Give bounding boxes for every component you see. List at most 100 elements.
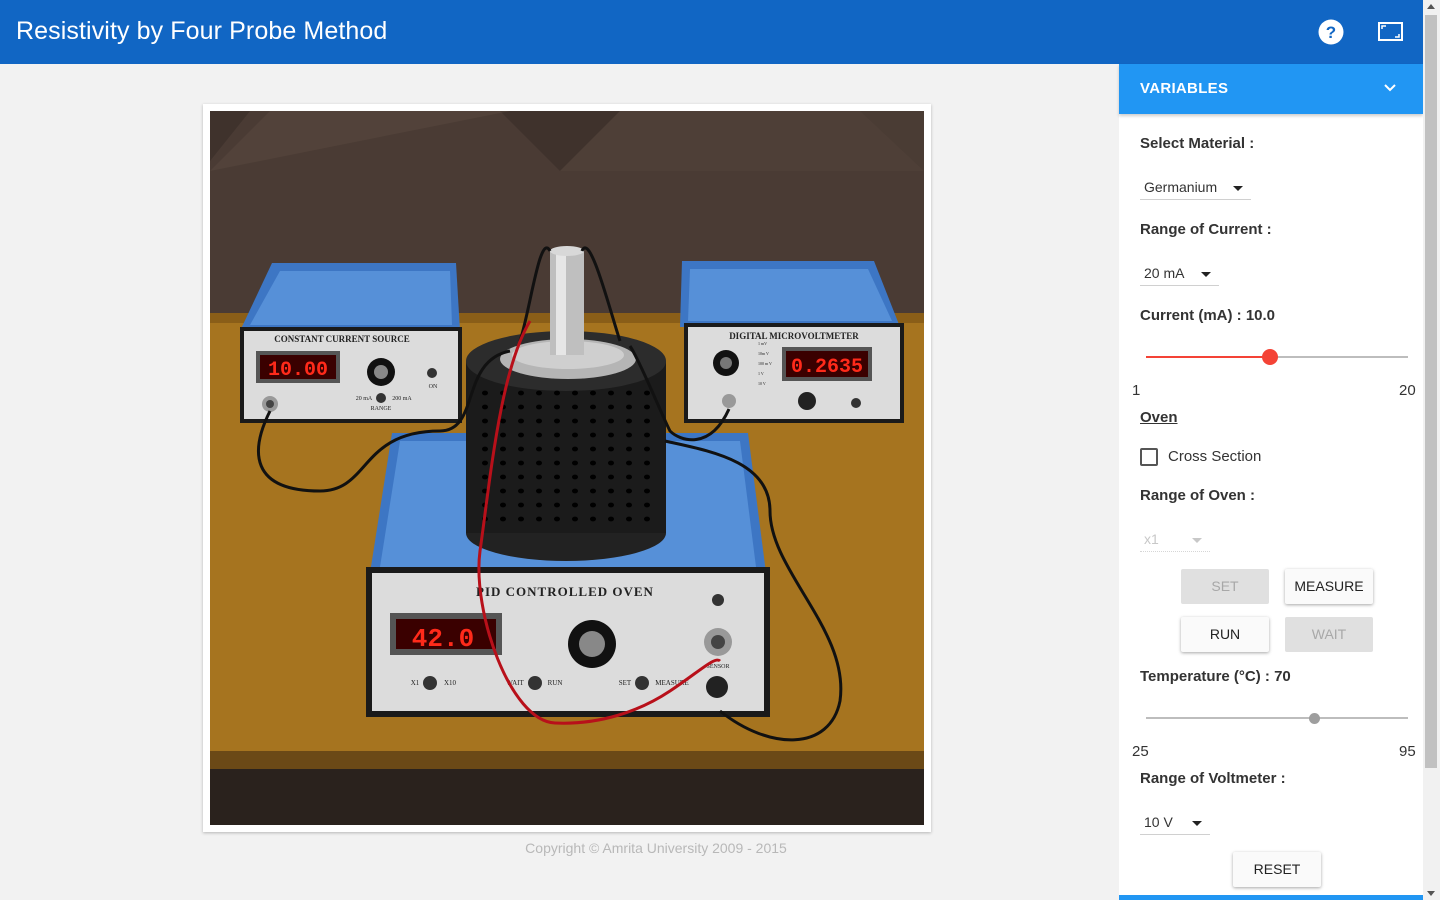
- scroll-up-icon[interactable]: [1427, 4, 1435, 9]
- vent-hole: [482, 432, 488, 438]
- svg-text:X10: X10: [444, 679, 457, 687]
- vent-hole: [500, 488, 506, 494]
- vent-hole: [626, 516, 632, 522]
- vent-hole: [536, 474, 542, 480]
- scrollbar-thumb[interactable]: [1425, 15, 1437, 768]
- page-title: Resistivity by Four Probe Method: [16, 17, 388, 45]
- vent-hole: [482, 418, 488, 424]
- vent-hole: [572, 404, 578, 410]
- cross-section-checkbox[interactable]: [1140, 448, 1158, 466]
- current-max: 20: [1399, 382, 1416, 399]
- range-voltmeter-label: Range of Voltmeter :: [1140, 770, 1286, 787]
- vent-hole: [626, 488, 632, 494]
- svg-text:100 m V: 100 m V: [758, 361, 772, 366]
- vent-hole: [482, 404, 488, 410]
- range-voltmeter-value: 10 V: [1144, 814, 1173, 830]
- svg-text:1 mV: 1 mV: [758, 341, 767, 346]
- vent-hole: [554, 390, 560, 396]
- vent-hole: [572, 474, 578, 480]
- vent-hole: [626, 446, 632, 452]
- vent-hole: [500, 474, 506, 480]
- vent-hole: [536, 488, 542, 494]
- material-select-value: Germanium: [1144, 179, 1218, 195]
- vent-hole: [500, 446, 506, 452]
- simulation-frame: CONSTANT CURRENT SOURCE 10.00 ON 20 mA 2…: [203, 104, 931, 832]
- vent-hole: [644, 502, 650, 508]
- vent-hole: [518, 502, 524, 508]
- cross-section-label: Cross Section: [1168, 448, 1262, 465]
- variables-panel: VARIABLES Select Material : Germanium Ra…: [1119, 64, 1423, 900]
- vent-hole: [554, 502, 560, 508]
- vent-hole: [500, 516, 506, 522]
- svg-text:SET: SET: [619, 679, 632, 687]
- vent-hole: [518, 474, 524, 480]
- vent-hole: [518, 418, 524, 424]
- svg-text:10 V: 10 V: [758, 381, 766, 386]
- fullscreen-icon[interactable]: [1378, 22, 1403, 41]
- lab-scene: CONSTANT CURRENT SOURCE 10.00 ON 20 mA 2…: [210, 111, 924, 825]
- range-current-label: Range of Current :: [1140, 221, 1272, 238]
- scrollbar[interactable]: [1423, 0, 1440, 900]
- vent-hole: [554, 404, 560, 410]
- vent-hole: [608, 446, 614, 452]
- vent-hole: [608, 516, 614, 522]
- chevron-down-icon[interactable]: [1383, 81, 1397, 95]
- vent-hole: [572, 418, 578, 424]
- current-slider[interactable]: [1146, 349, 1408, 365]
- vent-hole: [536, 418, 542, 424]
- vent-hole: [626, 474, 632, 480]
- slider-thumb[interactable]: [1262, 349, 1278, 365]
- vent-hole: [644, 516, 650, 522]
- vent-hole: [644, 418, 650, 424]
- vent-hole: [536, 502, 542, 508]
- range-voltmeter-select[interactable]: 10 V: [1140, 809, 1210, 835]
- wait-button[interactable]: WAIT: [1285, 617, 1373, 652]
- vent-hole: [572, 390, 578, 396]
- slider-fill: [1146, 356, 1270, 358]
- vent-hole: [626, 432, 632, 438]
- slider-fill: [1146, 717, 1314, 719]
- vent-hole: [518, 488, 524, 494]
- copyright-text: Copyright © Amrita University 2009 - 201…: [525, 840, 787, 856]
- range-current-select[interactable]: 20 mA: [1140, 260, 1219, 286]
- vent-hole: [644, 474, 650, 480]
- vent-hole: [644, 432, 650, 438]
- range-oven-select[interactable]: x1: [1140, 526, 1210, 552]
- vent-hole: [608, 460, 614, 466]
- dropdown-arrow-icon: [1192, 538, 1202, 543]
- vent-hole: [482, 460, 488, 466]
- run-button[interactable]: RUN: [1181, 617, 1269, 652]
- oven-display: 42.0: [412, 624, 474, 654]
- vent-hole: [554, 516, 560, 522]
- vent-hole: [518, 460, 524, 466]
- oven-link[interactable]: Oven: [1140, 409, 1178, 426]
- set-button[interactable]: SET: [1181, 569, 1269, 604]
- svg-text:200 mA: 200 mA: [392, 396, 412, 402]
- temperature-label: Temperature (°C) : 70: [1140, 668, 1291, 685]
- svg-text:?: ?: [1326, 23, 1336, 42]
- vent-hole: [482, 474, 488, 480]
- vent-hole: [482, 446, 488, 452]
- vent-hole: [536, 446, 542, 452]
- vent-hole: [572, 432, 578, 438]
- slider-thumb[interactable]: [1308, 712, 1320, 724]
- vent-hole: [482, 390, 488, 396]
- dropdown-arrow-icon: [1233, 186, 1243, 191]
- help-icon[interactable]: ?: [1318, 19, 1344, 45]
- variables-header[interactable]: VARIABLES: [1119, 64, 1423, 114]
- vent-hole: [608, 488, 614, 494]
- svg-text:20 mA: 20 mA: [356, 396, 373, 402]
- scroll-down-icon[interactable]: [1427, 891, 1435, 896]
- vent-hole: [500, 418, 506, 424]
- vent-hole: [590, 516, 596, 522]
- material-select[interactable]: Germanium: [1140, 174, 1251, 200]
- voltmeter-device: DIGITAL MICROVOLTMETER 1 mV 10m V 100 m …: [680, 261, 904, 423]
- vent-hole: [536, 390, 542, 396]
- vent-hole: [608, 502, 614, 508]
- reset-button[interactable]: RESET: [1233, 852, 1321, 887]
- vent-hole: [626, 418, 632, 424]
- vent-hole: [590, 432, 596, 438]
- oven-label: PID CONTROLLED OVEN: [476, 584, 654, 599]
- temperature-slider[interactable]: [1146, 712, 1408, 724]
- measure-button[interactable]: MEASURE: [1285, 569, 1373, 604]
